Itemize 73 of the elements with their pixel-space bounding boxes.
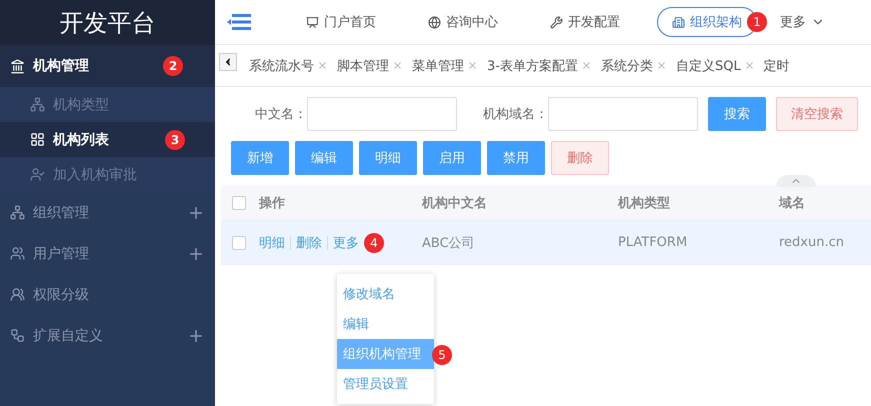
- action-button[interactable]: 新增: [231, 141, 289, 175]
- action-button[interactable]: 编辑: [295, 141, 353, 175]
- column-header: 操作: [259, 194, 286, 212]
- search-button[interactable]: 搜索: [708, 97, 766, 131]
- menu-item[interactable]: 组织机构管理: [337, 339, 434, 369]
- globe-icon: [428, 16, 441, 28]
- more-menu[interactable]: 更多: [779, 7, 826, 37]
- close-icon[interactable]: [392, 60, 403, 71]
- number-badge: 3: [165, 130, 185, 150]
- collapse-handle[interactable]: [776, 175, 816, 187]
- menu-item[interactable]: 管理员设置: [337, 369, 434, 399]
- column-header: 机构中文名: [422, 194, 488, 212]
- close-icon[interactable]: [317, 60, 328, 71]
- sidebar-item[interactable]: 组织管理: [0, 192, 215, 233]
- page-tab[interactable]: 脚本管理: [337, 56, 403, 74]
- wrench-icon: [550, 16, 563, 28]
- close-icon[interactable]: [467, 60, 478, 71]
- sidebar-item[interactable]: 用户管理: [0, 233, 215, 274]
- nav-tab[interactable]: 咨询中心: [413, 7, 513, 37]
- page-tab[interactable]: 系统流水号: [249, 56, 328, 74]
- hierarchy-icon: [10, 205, 25, 220]
- action-button[interactable]: 删除: [551, 141, 609, 175]
- text-input[interactable]: [307, 97, 457, 131]
- clear-button[interactable]: 清空搜索: [776, 97, 858, 131]
- sidebar-item[interactable]: 权限分级: [0, 274, 215, 315]
- page-tab[interactable]: 定时: [764, 56, 790, 74]
- field-label: 中文名：: [255, 106, 307, 123]
- user-check-icon: [30, 167, 45, 182]
- app-title: 开发平台: [0, 0, 215, 45]
- table-cell-text: PLATFORM: [618, 235, 688, 250]
- hierarchy-icon: [30, 97, 45, 112]
- number-badge: 1: [747, 12, 767, 32]
- page-tab[interactable]: 3-表单方案配置: [487, 56, 592, 74]
- field-label: 机构域名：: [483, 106, 548, 123]
- action-button[interactable]: 明细: [359, 141, 417, 175]
- nodes-icon: [10, 328, 25, 343]
- nav-tab[interactable]: 门户首页: [291, 7, 391, 37]
- page-tab[interactable]: 菜单管理: [412, 56, 478, 74]
- table-cell-text: ABC公司: [422, 234, 476, 252]
- building-icon: [672, 16, 685, 28]
- nav-tab[interactable]: 开发配置: [535, 7, 635, 37]
- close-icon[interactable]: [744, 60, 755, 71]
- number-badge: 2: [163, 56, 183, 76]
- sidebar-subitem[interactable]: 机构列表 3: [0, 122, 215, 157]
- column-header: 域名: [779, 194, 806, 212]
- page-tab[interactable]: 自定义SQL: [676, 56, 755, 74]
- column-header: 机构类型: [618, 194, 671, 212]
- row-action-link[interactable]: 更多: [328, 234, 364, 252]
- menu-item[interactable]: 编辑: [337, 309, 434, 339]
- table-cell-text: redxun.cn: [779, 235, 845, 250]
- action-button[interactable]: 禁用: [487, 141, 545, 175]
- table-row[interactable]: 明细 删除 更多 4 ABC公司 PLATFORM redxun.cn: [221, 221, 871, 265]
- action-button[interactable]: 启用: [423, 141, 481, 175]
- sidebar-item[interactable]: 扩展自定义: [0, 315, 215, 356]
- text-input[interactable]: [548, 97, 698, 131]
- row-action-link[interactable]: 明细: [259, 234, 290, 252]
- page-tab[interactable]: 系统分类: [600, 56, 667, 74]
- people-icon: [10, 287, 25, 302]
- number-badge: 4: [364, 232, 384, 252]
- menu-icon[interactable]: [227, 13, 251, 31]
- scroll-left-button[interactable]: [219, 53, 237, 71]
- people-icon: [10, 246, 25, 261]
- menu-item[interactable]: 修改域名: [337, 279, 434, 309]
- number-badge: 5: [432, 345, 452, 365]
- checkbox[interactable]: [232, 236, 246, 250]
- board-icon: [306, 16, 319, 28]
- grid-icon: [30, 132, 45, 147]
- close-icon[interactable]: [656, 60, 667, 71]
- bank-icon: [10, 58, 25, 74]
- checkbox[interactable]: [232, 196, 246, 210]
- row-action-link[interactable]: 删除: [291, 234, 327, 252]
- close-icon[interactable]: [580, 60, 592, 71]
- sidebar-item[interactable]: 机构管理 2: [0, 45, 215, 87]
